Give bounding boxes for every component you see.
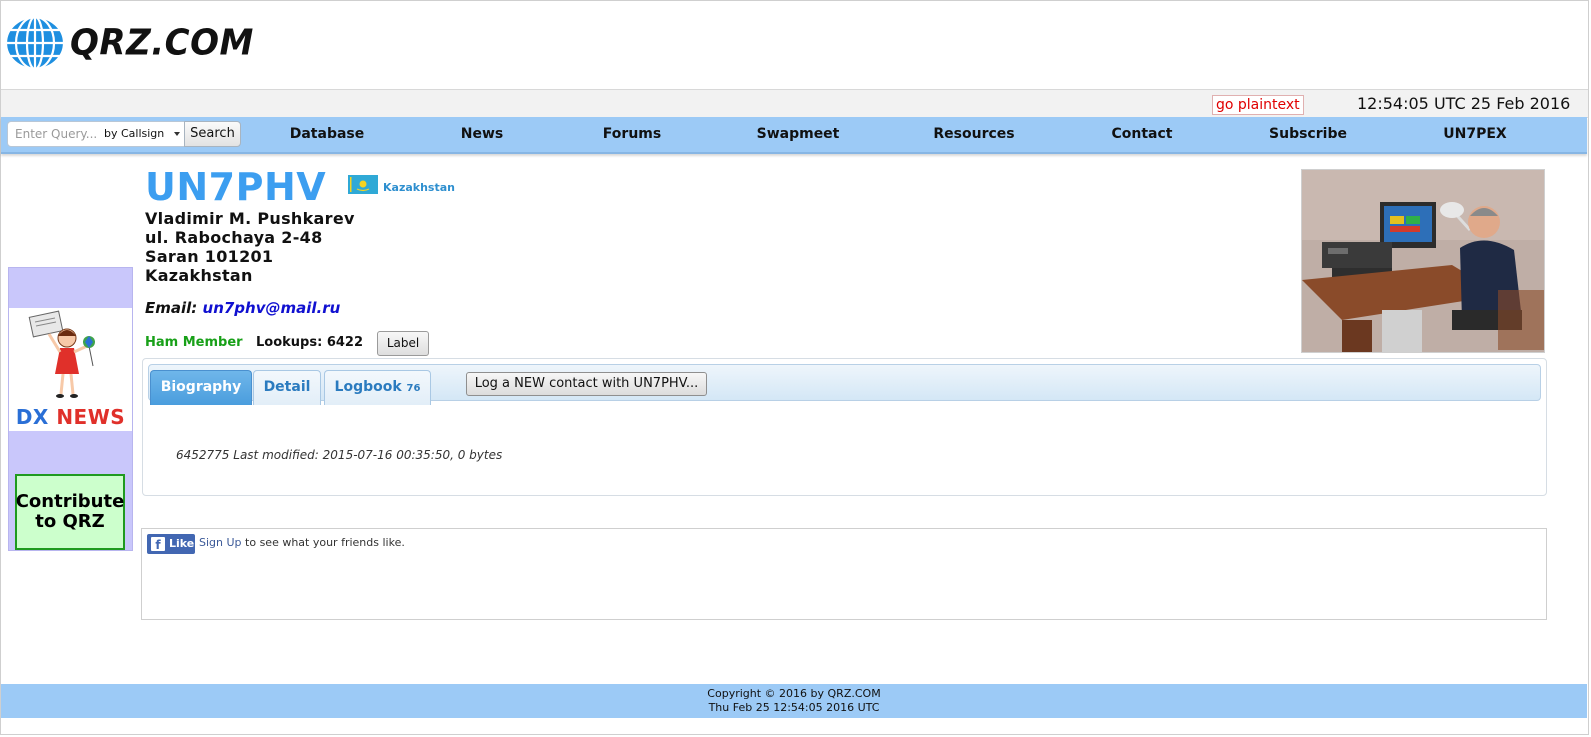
operator-photo[interactable] (1301, 169, 1545, 353)
address-line-1: ul. Rabochaya 2-48 (145, 228, 323, 247)
label-button[interactable]: Label (377, 331, 429, 356)
nav-resources[interactable]: Resources (933, 117, 1014, 152)
address-line-3: Kazakhstan (145, 266, 253, 285)
nav-user-account[interactable]: UN7PEX (1443, 117, 1506, 152)
logo-text: QRZ.COM (70, 22, 254, 64)
photo-image-icon (1302, 170, 1544, 352)
search-type-select[interactable]: by Callsign (104, 122, 164, 146)
facebook-signup-link[interactable]: Sign Up (199, 536, 242, 549)
kazakhstan-flag-icon (348, 175, 378, 194)
nav-swapmeet[interactable]: Swapmeet (757, 117, 840, 152)
footer-copyright: Copyright © 2016 by QRZ.COM (707, 687, 881, 700)
tab-biography[interactable]: Biography (150, 370, 252, 405)
globe-icon (4, 15, 66, 71)
utility-bar: go plaintext 12:54:05 UTC 25 Feb 2016 (1, 89, 1588, 118)
news-text: NEWS (56, 405, 126, 429)
email-link[interactable]: un7phv@mail.ru (203, 299, 341, 317)
dx-news-title: DX NEWS (9, 405, 132, 429)
nav-subscribe[interactable]: Subscribe (1269, 117, 1347, 152)
nav-contact[interactable]: Contact (1112, 117, 1173, 152)
address-line-2: Saran 101201 (145, 247, 274, 266)
facebook-text: Sign Up to see what your friends like. (199, 536, 405, 549)
country-link[interactable]: Kazakhstan (383, 181, 455, 194)
page-footer: Copyright © 2016 by QRZ.COM Thu Feb 25 1… (1, 684, 1587, 718)
logbook-count-badge: 76 (406, 383, 421, 394)
site-logo[interactable]: QRZ.COM (4, 14, 254, 72)
nav-forums[interactable]: Forums (603, 117, 661, 152)
dx-text: DX (15, 405, 49, 429)
profile-tabs-panel: Biography Detail Logbook 76 Log a NEW co… (142, 358, 1547, 496)
email-row: Email: un7phv@mail.ru (145, 299, 340, 317)
caret-down-icon[interactable] (174, 132, 180, 136)
facebook-message: to see what your friends like. (241, 536, 405, 549)
facebook-like-button[interactable]: f Like (147, 534, 195, 554)
search-input[interactable] (15, 122, 101, 146)
utc-clock: 12:54:05 UTC 25 Feb 2016 (1357, 94, 1571, 113)
bio-modified-info: 6452775 Last modified: 2015-07-16 00:35:… (176, 448, 503, 462)
newsgirl-illustration-icon (28, 310, 95, 398)
operator-name: Vladimir M. Pushkarev (145, 209, 355, 228)
search-box: by Callsign (7, 121, 185, 147)
member-status: Ham Member (145, 335, 243, 350)
callsign-title: UN7PHV (145, 165, 327, 209)
facebook-icon: f (151, 537, 165, 552)
go-plaintext-link[interactable]: go plaintext (1212, 95, 1304, 115)
tab-detail-label: Detail (263, 379, 311, 395)
main-navbar: by Callsign Search Database News Forums … (1, 117, 1587, 154)
lookups-count: Lookups: 6422 (256, 335, 363, 350)
search-button[interactable]: Search (184, 121, 241, 147)
like-label: Like (169, 537, 195, 550)
footer-date: Thu Feb 25 12:54:05 2016 UTC (708, 701, 880, 714)
tab-detail[interactable]: Detail (253, 370, 321, 405)
sidebar-ads: DX NEWS Contribute to QRZ (8, 267, 133, 551)
tab-biography-label: Biography (160, 379, 242, 395)
dx-news-banner[interactable]: DX NEWS (9, 308, 132, 431)
tab-logbook[interactable]: Logbook 76 (324, 370, 431, 405)
nav-news[interactable]: News (461, 117, 503, 152)
facebook-like-box: f Like Sign Up to see what your friends … (141, 528, 1547, 620)
contribute-button[interactable]: Contribute to QRZ (15, 474, 125, 550)
email-label: Email: (145, 299, 198, 317)
tab-strip: Biography Detail Logbook 76 Log a NEW co… (148, 364, 1541, 405)
tab-logbook-label: Logbook (334, 379, 402, 395)
log-new-contact-button[interactable]: Log a NEW contact with UN7PHV... (466, 372, 707, 396)
nav-database[interactable]: Database (290, 117, 365, 152)
